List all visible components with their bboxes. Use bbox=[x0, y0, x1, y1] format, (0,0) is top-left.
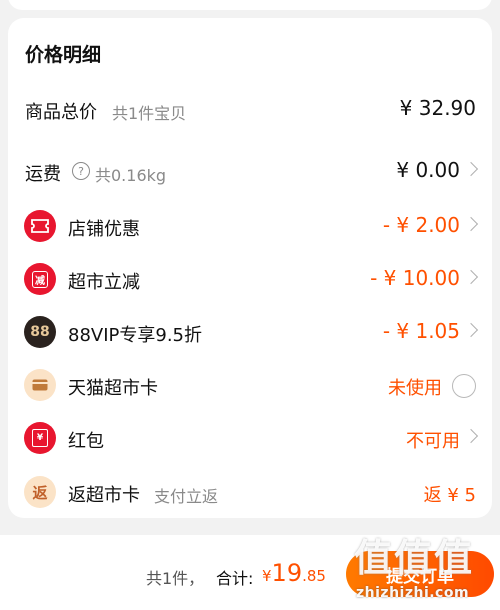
red-packet-row[interactable]: ¥ 红包 不可用 bbox=[8, 419, 492, 459]
total-integer: 19 bbox=[271, 559, 303, 587]
store-discount-value: - ¥ 2.00 bbox=[382, 213, 460, 237]
minus-badge-icon: 减 bbox=[24, 263, 56, 295]
cashback-card-value: 返 ¥ 5 bbox=[423, 485, 476, 506]
chevron-right-icon bbox=[463, 161, 479, 177]
shipping-label: 运费 bbox=[25, 164, 61, 185]
shipping-row[interactable]: 运费 ? 共0.16kg ¥ 0.00 bbox=[8, 152, 492, 192]
shipping-value: ¥ 0.00 bbox=[396, 158, 460, 182]
total-amount: ¥19.85 bbox=[262, 559, 326, 587]
store-discount-label: 店铺优惠 bbox=[68, 219, 140, 240]
goods-total-value: ¥ 32.90 bbox=[399, 96, 476, 120]
chevron-right-icon bbox=[463, 269, 479, 285]
card-icon bbox=[24, 369, 56, 401]
select-radio[interactable] bbox=[452, 374, 476, 398]
goods-total-sub: 共1件宝贝 bbox=[112, 104, 187, 123]
previous-card bbox=[8, 0, 492, 10]
88vip-icon: 88 bbox=[24, 316, 56, 348]
cashback-card-label: 返超市卡 bbox=[68, 485, 140, 506]
cashback-card-row: 返 返超市卡 支付立返 返 ¥ 5 bbox=[8, 473, 492, 513]
market-discount-value: - ¥ 10.00 bbox=[370, 266, 460, 290]
market-discount-row[interactable]: 减 超市立减 - ¥ 10.00 bbox=[8, 260, 492, 300]
cashback-icon: 返 bbox=[24, 476, 56, 508]
tmall-card-label: 天猫超市卡 bbox=[68, 378, 158, 399]
coupon-icon bbox=[24, 210, 56, 242]
vip-discount-label: 88VIP专享9.5折 bbox=[68, 325, 203, 346]
shipping-sub: 共0.16kg bbox=[95, 166, 167, 185]
price-details-card: 价格明细 商品总价 共1件宝贝 ¥ 32.90 运费 ? 共0.16kg ¥ 0… bbox=[8, 18, 492, 518]
store-discount-row[interactable]: 店铺优惠 - ¥ 2.00 bbox=[8, 207, 492, 247]
goods-total-row: 商品总价 共1件宝贝 ¥ 32.90 bbox=[8, 90, 492, 130]
total-decimal: .85 bbox=[302, 567, 326, 585]
market-discount-label: 超市立减 bbox=[68, 272, 140, 293]
red-packet-icon: ¥ bbox=[24, 422, 56, 454]
red-packet-status: 不可用 bbox=[406, 431, 460, 452]
chevron-right-icon bbox=[463, 322, 479, 338]
price-details-title: 价格明细 bbox=[25, 44, 102, 66]
tmall-card-row[interactable]: 天猫超市卡 未使用 bbox=[8, 366, 492, 406]
vip-discount-value: - ¥ 1.05 bbox=[382, 319, 460, 343]
chevron-right-icon bbox=[463, 428, 479, 444]
total-currency: ¥ bbox=[262, 567, 272, 585]
red-packet-label: 红包 bbox=[68, 431, 104, 452]
tmall-card-status: 未使用 bbox=[388, 378, 442, 399]
cashback-card-sub: 支付立返 bbox=[154, 487, 219, 506]
checkout-bar: 共1件， 合计: ¥19.85 提交订单 bbox=[0, 535, 500, 610]
goods-total-label: 商品总价 bbox=[25, 102, 97, 123]
question-circle-icon[interactable]: ? bbox=[72, 162, 90, 180]
chevron-right-icon bbox=[463, 216, 479, 232]
vip-discount-row[interactable]: 88 88VIP专享9.5折 - ¥ 1.05 bbox=[8, 313, 492, 353]
submit-order-button[interactable]: 提交订单 bbox=[346, 551, 494, 597]
total-label: 合计: bbox=[216, 569, 254, 588]
item-count: 共1件， bbox=[146, 569, 205, 588]
